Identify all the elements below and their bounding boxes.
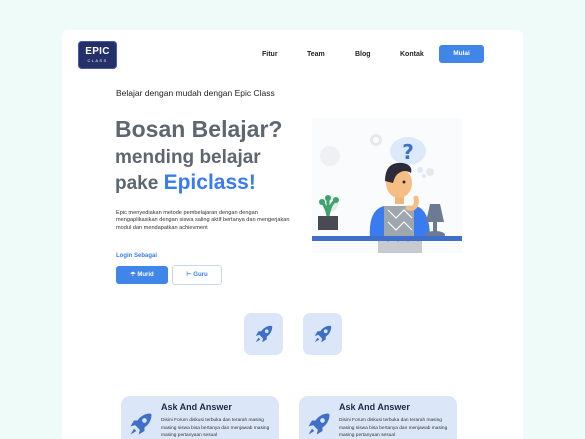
teacher-icon: ⊢ [186,272,192,278]
guru-label: Guru [193,272,208,278]
epic-class-logo[interactable]: EPIC CLASS [78,41,117,69]
mulai-button[interactable]: Mulai [439,45,484,63]
student-thinking-illustration: ? [312,118,462,253]
hero-title-line3: pake Epiclass! [115,171,256,195]
hero-description: Epic menyediakan metode pembelajaran den… [116,210,290,231]
murid-label: Murid [137,272,154,278]
feature-title: Ask And Answer [339,402,410,412]
feature-card-2[interactable]: Ask And Answer Disini Forum diskusi terb… [299,396,457,439]
hero-title-line2: mending belajar [115,147,261,168]
login-guru-button[interactable]: ⊢ Guru [172,265,222,285]
hero-title-line1: Bosan Belajar? [115,116,283,142]
landing-page: EPIC CLASS Fitur Team Blog Kontak Mulai … [62,30,523,439]
logo-text: EPIC [85,46,110,57]
hero-title-prefix: pake [115,173,164,194]
student-icon: ☂ [130,272,136,278]
svg-text:?: ? [402,140,414,164]
rocket-icon [255,325,272,343]
hero-tagline: Belajar dengan mudah dengan Epic Class [116,88,275,98]
nav-link-team[interactable]: Team [307,46,325,64]
feature-description: Disini Forum diskusi terbuka dan terarah… [161,418,270,439]
login-murid-button[interactable]: ☂ Murid [116,266,168,284]
feature-title: Ask And Answer [161,402,232,412]
hero-title-accent: Epiclass! [163,171,256,194]
feature-description: Disini Forum diskusi terbuka dan terarah… [339,418,448,439]
feature-tile-2[interactable] [303,313,342,355]
nav-link-blog[interactable]: Blog [355,46,371,64]
login-as-label: Login Sebagai [116,253,158,259]
feature-card-1[interactable]: Ask And Answer Disini Forum diskusi terb… [121,396,279,439]
rocket-icon [314,325,331,343]
rocket-icon [308,413,330,435]
nav-link-fitur[interactable]: Fitur [262,46,278,64]
rocket-icon [130,413,152,435]
nav-link-kontak[interactable]: Kontak [400,46,424,64]
logo-subtext: CLASS [87,58,108,63]
feature-tile-1[interactable] [244,313,283,355]
